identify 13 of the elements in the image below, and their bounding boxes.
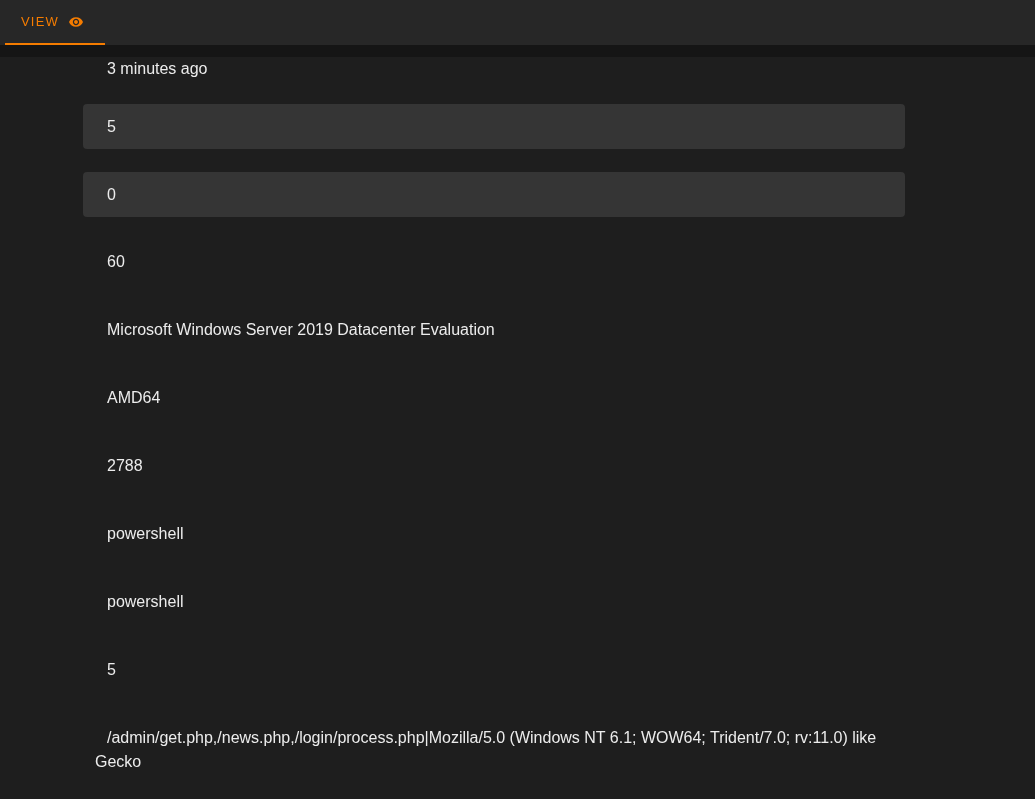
field-value: /admin/get.php,/news.php,/login/process.php|Mozilla/5.0 (Windows NT 6.1; WOW64; Trident/7.0; rv:11.0) like Gecko [95, 729, 877, 770]
input-field[interactable]: 0 [83, 172, 905, 217]
field-value: AMD64 [107, 389, 161, 406]
field-value: Microsoft Windows Server 2019 Datacenter Evaluation [107, 321, 495, 338]
eye-icon [69, 16, 84, 27]
field-value: 2788 [107, 457, 143, 474]
field-value: powershell [107, 593, 184, 610]
field-value: 3 minutes ago [107, 60, 208, 77]
field-value: 60 [107, 253, 125, 270]
field-value: 5 [107, 661, 116, 678]
input-field[interactable]: 5 [83, 104, 905, 149]
view-tab[interactable]: VIEW [5, 0, 106, 45]
field-value: powershell [107, 525, 184, 542]
